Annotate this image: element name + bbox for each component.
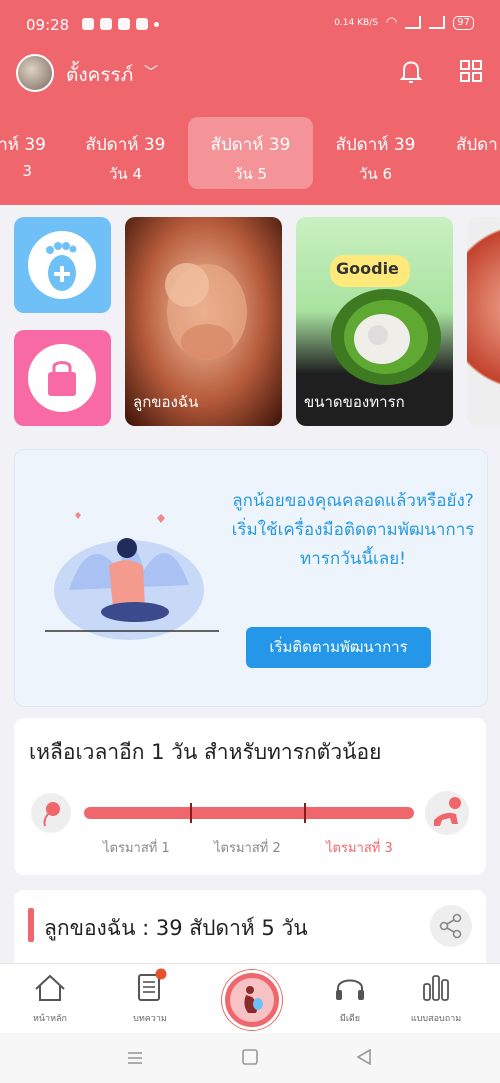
profile-name[interactable]: ตั้งครรภ์ [66, 60, 133, 90]
next-tile[interactable] [467, 217, 500, 426]
mother-baby-illustration [45, 512, 219, 640]
baby-size-label: ขนาดของทารก [304, 393, 405, 411]
signal-icon [405, 16, 422, 29]
wifi-icon: ◠ [385, 15, 398, 30]
headphones-icon [336, 979, 364, 1000]
trimester-2-label: ไตรมาสที่ 2 [214, 841, 281, 856]
promo-text: ลูกน้อยของคุณคลอดแล้วหรือยัง? เริ่มใช้เค… [231, 491, 475, 569]
baby-week-title: ลูกของฉัน : 39 สัปดาห์ 5 วัน [44, 916, 308, 940]
more-dot-icon [154, 22, 159, 27]
pregnancy-progress-bar [84, 803, 414, 823]
home-square-icon[interactable] [242, 1049, 258, 1065]
chevron-down-icon[interactable]: ﹀ [144, 62, 158, 82]
avatar[interactable] [16, 54, 54, 92]
poll-icon [423, 975, 449, 1001]
goodie-badge: Goodie [336, 259, 399, 278]
my-baby-label: ลูกของฉัน [133, 393, 199, 411]
start-tracking-button[interactable]: เริ่มติดตามพัฒนาการ [246, 627, 431, 668]
trimester-3-label: ไตรมาสที่ 3 [326, 841, 393, 856]
pregnancy-icon [230, 978, 274, 1022]
tab-day-3[interactable]: าห์ 39 3 [0, 117, 62, 189]
trimester-tick [304, 803, 306, 823]
article-icon [138, 968, 167, 1001]
tiktok-icon [118, 18, 130, 30]
feature-tiles: ลูกของฉัน Goodie ขนาดของทารก [0, 217, 500, 427]
baby-size-tile[interactable]: Goodie ขนาดของทารก [296, 217, 453, 426]
crawling-baby-icon [425, 791, 469, 835]
status-bar: 09:28 0.14 KB/S ◠ 97 [0, 0, 500, 50]
day-tabs: าห์ 39 3 สัปดาห์ 39 วัน 4 สัปดาห์ 39 วัน… [0, 117, 500, 189]
nav-home[interactable]: หน้าหลัก [10, 964, 90, 1034]
tab-day-4[interactable]: สัปดาห์ 39 วัน 4 [63, 117, 188, 189]
shopping-bag-icon [28, 344, 96, 412]
home-icon [35, 974, 65, 1001]
youtube-icon [136, 18, 148, 30]
bell-icon[interactable] [398, 58, 424, 84]
app-notification-icon [100, 18, 112, 30]
my-baby-tile[interactable]: ลูกของฉัน [125, 217, 282, 426]
countdown-text: เหลือเวลาอีก 1 วัน สำหรับทารกตัวน้อย [29, 740, 382, 764]
pregnancy-center-button[interactable] [222, 970, 282, 1030]
grid-menu-icon[interactable] [460, 60, 482, 82]
app-header: 09:28 0.14 KB/S ◠ 97 ตั้งครรภ์ ﹀ าห์ 39 [0, 0, 500, 205]
signal-icon [429, 16, 446, 29]
trimester-tick [190, 803, 192, 823]
sperm-egg-icon [31, 793, 71, 833]
tab-day-6[interactable]: สัปดาห์ 39 วัน 6 [313, 117, 438, 189]
battery-icon: 97 [453, 15, 474, 30]
nav-poll[interactable]: แบบสอบถาม [396, 964, 476, 1034]
network-speed: 0.14 KB/S [334, 17, 378, 28]
share-icon[interactable] [430, 905, 472, 947]
tab-day-7[interactable]: สัปดา [438, 117, 500, 189]
back-icon[interactable] [356, 1049, 372, 1065]
baby-tracker-promo: ลูกน้อยของคุณคลอดแล้วหรือยัง? เริ่มใช้เค… [14, 449, 488, 707]
status-time: 09:28 [26, 16, 70, 34]
baby-tracker-tile[interactable] [14, 217, 111, 313]
trimester-1-label: ไตรมาสที่ 1 [103, 841, 170, 856]
app-notification-icon [82, 18, 94, 30]
countdown-card: เหลือเวลาอีก 1 วัน สำหรับทารกตัวน้อย ไตร… [14, 718, 486, 875]
notification-icons [82, 18, 159, 30]
shopping-tile[interactable] [14, 330, 111, 426]
nav-media[interactable]: มีเดีย [310, 964, 390, 1034]
system-nav-bar [0, 1033, 500, 1083]
baby-foot-icon [28, 231, 96, 299]
baby-week-section: ลูกของฉัน : 39 สัปดาห์ 5 วัน [14, 890, 486, 970]
section-accent [28, 908, 34, 942]
nav-articles[interactable]: บทความ [110, 964, 190, 1034]
recent-apps-icon[interactable] [126, 1050, 144, 1066]
tab-day-5[interactable]: สัปดาห์ 39 วัน 5 [188, 117, 313, 189]
status-right: 0.14 KB/S ◠ 97 [334, 15, 474, 30]
